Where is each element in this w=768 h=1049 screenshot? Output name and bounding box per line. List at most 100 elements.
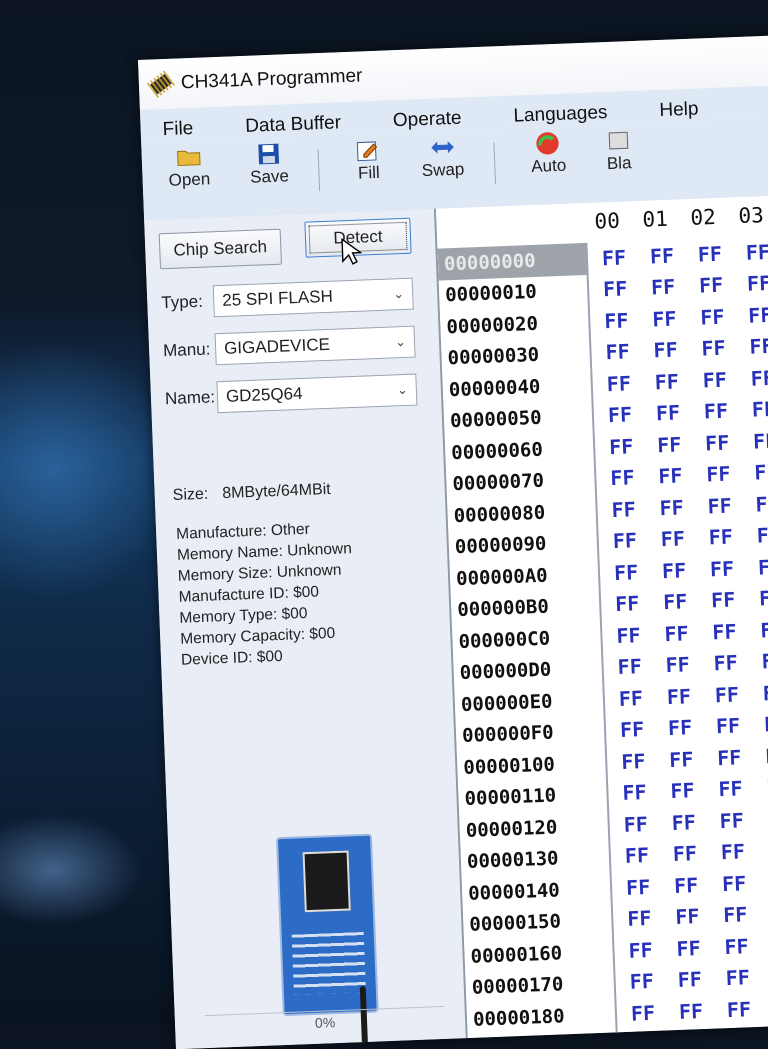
hex-byte[interactable]: FF [701,335,750,361]
hex-byte[interactable]: FF [711,587,760,613]
hex-byte[interactable]: FF [680,1029,729,1038]
hex-byte[interactable]: FF [725,965,768,990]
blank-button[interactable]: Bla [605,123,633,174]
hex-byte[interactable]: FF [617,653,666,679]
menu-file[interactable]: File [162,118,193,141]
hex-byte[interactable]: FF [662,557,711,583]
hex-byte[interactable]: FF [707,492,756,518]
hex-byte[interactable]: FF [697,241,746,266]
hex-byte[interactable]: FF [749,333,768,359]
hex-byte[interactable]: FF [628,937,677,963]
hex-byte[interactable]: FF [666,683,715,709]
hex-byte[interactable]: FF [651,274,700,300]
hex-byte[interactable]: FF [756,522,768,548]
hex-byte[interactable]: FF [753,428,768,454]
name-select[interactable]: GD25Q64 ⌄ [216,373,418,414]
hex-byte[interactable]: FF [678,998,727,1024]
hex-byte[interactable]: FF [612,528,661,553]
hex-byte[interactable]: FF [759,585,768,611]
hex-byte[interactable]: FF [750,365,768,391]
hex-byte[interactable]: FF [629,968,678,994]
hex-byte[interactable]: FF [674,872,723,898]
hex-byte[interactable]: FF [620,716,669,742]
hex-byte[interactable]: FF [702,366,751,392]
hex-byte[interactable]: FF [703,398,752,424]
hex-byte[interactable]: FF [660,526,709,552]
type-select[interactable]: 25 SPI FLASH ⌄ [212,277,414,318]
hex-byte[interactable]: FF [621,748,670,774]
save-button[interactable]: Save [249,136,290,187]
open-button[interactable]: Open [167,139,211,191]
hex-byte[interactable]: FF [657,431,706,457]
hex-byte[interactable]: FF [616,622,665,648]
hex-byte[interactable]: FF [724,933,768,959]
hex-byte[interactable]: FF [675,903,724,929]
hex-byte[interactable]: FF [659,494,708,520]
chip-search-button[interactable]: Chip Search [158,228,282,270]
hex-byte[interactable]: FF [603,276,652,302]
hex-byte[interactable]: FF [677,966,726,992]
hex-byte[interactable]: FF [719,807,768,833]
hex-byte[interactable]: FF [713,650,762,676]
hex-byte[interactable]: FF [718,776,767,802]
hex-byte[interactable]: FF [762,679,768,705]
fill-button[interactable]: Fill [354,133,382,184]
menu-operate[interactable]: Operate [393,108,462,133]
hex-byte[interactable]: FF [609,433,658,459]
hex-byte[interactable]: FF [618,685,667,711]
hex-byte[interactable]: FF [622,779,671,805]
hex-byte[interactable]: FF [601,244,650,270]
auto-button[interactable]: Auto [530,126,567,177]
hex-byte[interactable]: FF [748,302,768,328]
hex-byte[interactable]: FF [663,589,712,615]
hex-byte[interactable]: FF [665,652,714,678]
hex-byte[interactable]: FF [755,491,768,516]
hex-byte[interactable]: FF [754,459,768,485]
hex-byte[interactable]: FF [624,842,673,868]
hex-byte[interactable]: FF [626,874,675,900]
hex-byte[interactable]: FF [614,559,663,585]
hex-byte[interactable]: FF [717,744,766,770]
menu-data-buffer[interactable]: Data Buffer [245,112,342,138]
hex-byte[interactable]: FF [700,304,749,329]
hex-byte[interactable]: FF [611,496,660,522]
hex-byte[interactable]: FF [710,555,759,581]
hex-byte[interactable]: FF [652,305,701,331]
hex-byte[interactable]: FF [764,711,768,737]
hex-byte[interactable]: FF [655,400,704,426]
hex-byte[interactable]: FF [705,429,754,455]
hex-byte[interactable]: FF [751,396,768,422]
hex-byte[interactable]: FF [623,811,672,837]
menu-help[interactable]: Help [659,99,699,122]
hex-byte[interactable]: FF [720,839,768,865]
hex-byte[interactable]: FF [606,370,655,396]
hex-byte[interactable]: FF [670,778,719,803]
hex-byte[interactable]: FF [676,935,725,961]
hex-byte[interactable]: FF [658,463,707,489]
hex-byte[interactable]: FF [745,239,768,265]
hex-byte[interactable]: FF [726,996,768,1022]
hex-byte[interactable]: FF [649,242,698,268]
hex-byte[interactable]: FF [723,902,768,927]
hex-byte[interactable]: FF [608,402,657,428]
hex-byte[interactable]: FF [653,337,702,363]
hex-byte[interactable]: FF [761,648,768,674]
hex-byte[interactable]: FF [722,870,768,896]
hex-byte[interactable]: FF [671,809,720,835]
hex-byte[interactable]: FF [708,524,757,550]
hex-byte[interactable]: FF [668,715,717,740]
hex-byte[interactable]: FF [632,1031,681,1038]
hex-byte[interactable]: FF [664,620,713,646]
hex-byte[interactable]: FF [615,590,664,616]
hex-byte[interactable]: FF [604,307,653,333]
hex-byte[interactable]: FF [699,272,748,298]
hex-byte[interactable]: FF [757,553,768,579]
hex-byte[interactable]: FF [728,1027,768,1038]
hex-editor[interactable]: 00 01 02 03 00000000 FF FF FF FF 00000010 FF FF… [435,194,768,1039]
hex-byte[interactable]: FF [747,270,768,296]
manu-select[interactable]: GIGADEVICE ⌄ [214,325,416,366]
hex-byte[interactable]: FF [654,368,703,394]
hex-byte[interactable]: FF [760,616,768,642]
hex-byte[interactable]: FF [712,618,761,644]
hex-byte[interactable]: FF [610,465,659,491]
